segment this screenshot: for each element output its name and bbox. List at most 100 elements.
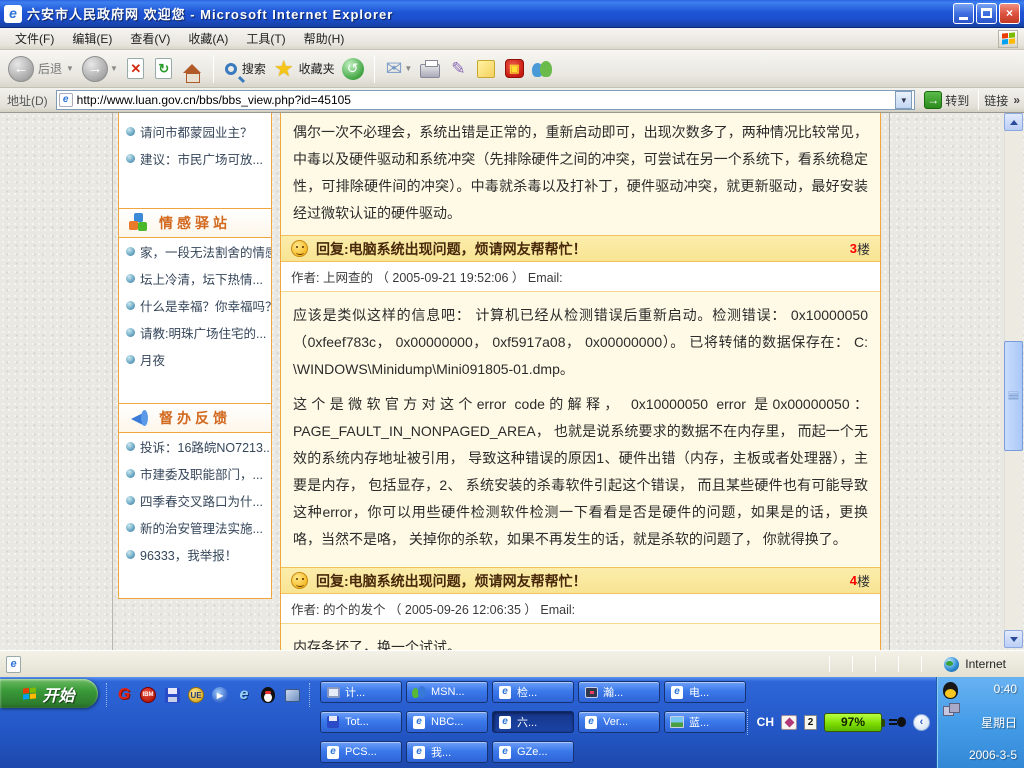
mail-dropdown-icon[interactable]: ▼ [404, 64, 412, 73]
favorites-button[interactable]: ★ 收藏夹 [272, 58, 337, 80]
taskbar-button[interactable]: ePCS... [320, 741, 402, 763]
soft-keyboard-icon[interactable]: 2 [804, 715, 817, 730]
forward-button[interactable]: → ▼ [80, 56, 120, 82]
media-player-icon[interactable]: ▶ [211, 686, 229, 704]
sidebar-link[interactable]: 什么是幸福？你幸福吗？ [119, 292, 271, 319]
menu-tools[interactable]: 工具(T) [237, 28, 294, 49]
reply3-paragraph-1: 应该是类似这样的信息吧： 计算机已经从检测错误后重新启动。检测错误： 0x100… [281, 292, 880, 391]
monitor-icon [584, 686, 598, 699]
menu-edit[interactable]: 编辑(E) [63, 28, 121, 49]
page-left-rule [112, 113, 113, 650]
taskbar-button[interactable]: 蓝... [664, 711, 746, 733]
power-plug-icon[interactable] [889, 715, 906, 729]
ie-page-icon: e [498, 686, 512, 699]
scroll-down-button[interactable] [1004, 630, 1023, 648]
edit-button[interactable]: ✎ [446, 57, 470, 81]
taskbar-button[interactable]: eVer... [578, 711, 660, 733]
sidebar-link[interactable]: 建议：市民广场可放... [119, 145, 271, 172]
network-tray-icon[interactable] [943, 703, 958, 716]
task-buttons: 计... MSN... e检... 瀚... e电... Tot... eNBC… [320, 681, 746, 763]
stop-button[interactable]: ✕ [124, 57, 148, 81]
address-separator [978, 90, 979, 110]
taskbar-button[interactable]: eGZe... [492, 741, 574, 763]
taskbar-button[interactable]: 瀚... [578, 681, 660, 703]
taskbar-button-active[interactable]: e六... [492, 711, 574, 733]
ultraedit-icon[interactable]: UE [187, 686, 205, 704]
close-button[interactable]: × [999, 3, 1020, 24]
sidebar-link[interactable]: 四季春交叉路口为什... [119, 487, 271, 514]
notes-button[interactable] [474, 57, 498, 81]
menu-view[interactable]: 查看(V) [121, 28, 179, 49]
taskbar-button[interactable]: 计... [320, 681, 402, 703]
tray-collapse-icon[interactable]: ‹ [913, 714, 930, 731]
qq-tray-icon[interactable] [943, 682, 958, 699]
taskbar-button[interactable]: e检... [492, 681, 574, 703]
history-button[interactable]: ↺ [341, 57, 365, 81]
start-button[interactable]: 开始 [0, 679, 98, 708]
address-input[interactable]: e http://www.luan.gov.cn/bbs/bbs_view.ph… [56, 90, 916, 110]
scroll-up-button[interactable] [1004, 113, 1023, 131]
printer-icon [420, 64, 440, 78]
qq-icon[interactable] [259, 686, 277, 704]
ie-page-icon: e [326, 746, 340, 759]
menu-help[interactable]: 帮助(H) [295, 28, 354, 49]
globe-icon [944, 657, 959, 672]
ime-palette-icon[interactable] [781, 715, 797, 730]
search-button[interactable]: 搜索 [223, 60, 268, 77]
taskbar-button[interactable]: e电... [664, 681, 746, 703]
sidebar-link[interactable]: 市建委及职能部门，... [119, 460, 271, 487]
home-button[interactable] [180, 57, 204, 81]
sidebar-link[interactable]: 请问市都蒙园业主？ [119, 118, 271, 145]
sidebar-link[interactable]: 月夜 [119, 346, 271, 373]
msn-messenger-icon [412, 686, 426, 699]
floor-number: 4 [850, 573, 857, 588]
bullet-icon [126, 127, 135, 136]
bullet-icon [126, 328, 135, 337]
minimize-button[interactable] [953, 3, 974, 24]
taskbar-button[interactable]: Tot... [320, 711, 402, 733]
total-commander-icon[interactable] [163, 686, 181, 704]
clock-weekday: 星期日 [981, 714, 1017, 731]
home-icon [183, 64, 201, 73]
reply-title: 回复:电脑系统出现问题，烦请网友帮帮忙！ [316, 571, 850, 591]
battery-indicator[interactable]: 97% [824, 713, 882, 732]
vertical-scrollbar[interactable] [1004, 113, 1023, 648]
print-button[interactable] [418, 57, 442, 81]
sidebar-link[interactable]: 家，一段无法割舍的情感 [119, 238, 271, 265]
taskbar-button[interactable]: MSN... [406, 681, 488, 703]
forward-dropdown-icon[interactable]: ▼ [110, 64, 118, 73]
address-dropdown-icon[interactable]: ▼ [895, 91, 912, 109]
red-badge-icon[interactable]: IBM [139, 686, 157, 704]
back-dropdown-icon[interactable]: ▼ [66, 64, 74, 73]
messenger-people-icon [531, 59, 553, 79]
reply4-body: 内存条坏了，换一个试试。 [281, 624, 880, 650]
ie-page-icon: e [412, 716, 426, 729]
sidebar-link[interactable]: 96333，我举报！ [119, 541, 271, 568]
scrollbar-thumb[interactable] [1004, 341, 1023, 451]
address-url[interactable]: http://www.luan.gov.cn/bbs/bbs_view.php?… [77, 93, 896, 107]
back-button[interactable]: ← 后退 ▼ [6, 56, 76, 82]
maximize-button[interactable] [976, 3, 997, 24]
input-language-indicator[interactable]: CH [757, 715, 774, 729]
sidebar-link[interactable]: 投诉：16路皖NO7213... [119, 433, 271, 460]
menu-favorites[interactable]: 收藏(A) [179, 28, 237, 49]
sidebar-link[interactable]: 坛上冷清，坛下热情... [119, 265, 271, 292]
taskbar-button[interactable]: e我... [406, 741, 488, 763]
sidebar-link[interactable]: 请教:明珠广场住宅的... [119, 319, 271, 346]
go-button[interactable]: → 转到 [920, 91, 973, 109]
taskbar-button[interactable]: eNBC... [406, 711, 488, 733]
links-chevron-icon[interactable]: » [1013, 93, 1020, 107]
bullet-icon [126, 442, 135, 451]
assistant-button[interactable]: ▣ [502, 57, 526, 81]
mail-button[interactable]: ✉ ▼ [384, 56, 415, 81]
clock[interactable]: 0:40 星期日 2006-3-5 [958, 680, 1019, 765]
menu-file[interactable]: 文件(F) [6, 28, 63, 49]
flashget-icon[interactable]: G [115, 686, 133, 704]
internet-explorer-icon[interactable]: e [235, 686, 253, 704]
refresh-button[interactable]: ↻ [152, 57, 176, 81]
messenger-button[interactable] [530, 57, 554, 81]
links-label[interactable]: 链接 [984, 92, 1008, 109]
sidebar-link[interactable]: 新的治安管理法实施... [119, 514, 271, 541]
bullet-icon [126, 274, 135, 283]
show-desktop-icon[interactable] [283, 686, 301, 704]
